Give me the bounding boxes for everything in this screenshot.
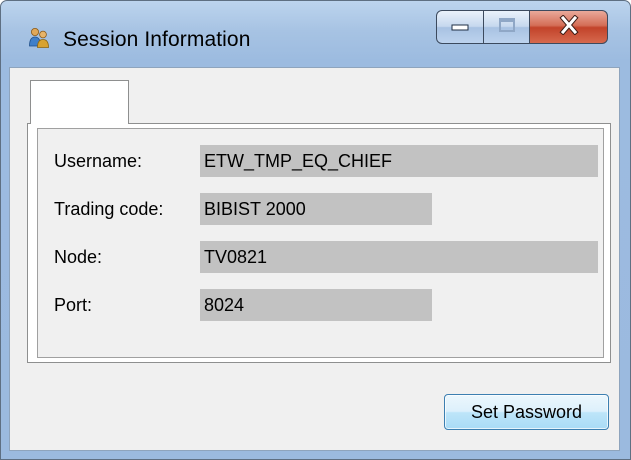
trading-code-label: Trading code: <box>54 199 164 219</box>
window-title: Session Information <box>63 28 251 51</box>
session-details-group: Username: ETW_TMP_EQ_CHIEF Trading code:… <box>37 128 604 358</box>
tab-session[interactable] <box>30 80 129 124</box>
close-icon <box>558 13 580 40</box>
node-field[interactable]: TV0821 <box>200 241 598 273</box>
username-field[interactable]: ETW_TMP_EQ_CHIEF <box>200 145 598 177</box>
window-client-area: Username: ETW_TMP_EQ_CHIEF Trading code:… <box>9 67 620 451</box>
maximize-button[interactable] <box>484 10 530 44</box>
close-button[interactable] <box>530 10 608 44</box>
users-icon <box>28 26 50 48</box>
title-bar[interactable]: Session Information <box>1 1 630 61</box>
set-password-button[interactable]: Set Password <box>444 394 609 430</box>
username-label: Username: <box>54 151 143 171</box>
session-information-window: Session Information Username: ETW_TMP_EQ… <box>0 0 631 460</box>
caption-buttons <box>436 10 608 46</box>
port-label: Port: <box>54 295 93 315</box>
node-label: Node: <box>54 247 103 267</box>
port-field[interactable]: 8024 <box>200 289 432 321</box>
minimize-icon <box>449 18 471 36</box>
minimize-button[interactable] <box>436 10 484 44</box>
tab-panel: Username: ETW_TMP_EQ_CHIEF Trading code:… <box>27 123 611 363</box>
maximize-icon <box>497 16 517 39</box>
trading-code-field[interactable]: BIBIST 2000 <box>200 193 432 225</box>
